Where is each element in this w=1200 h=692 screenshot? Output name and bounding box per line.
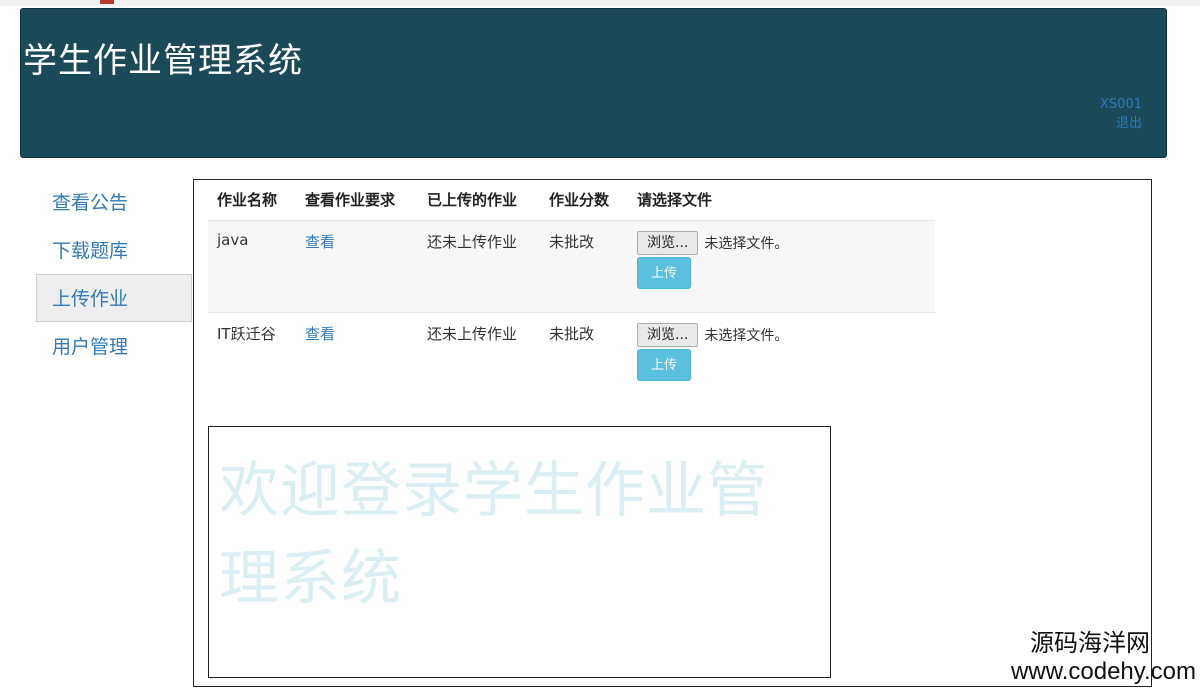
browser-tab-mark (100, 0, 114, 4)
watermark-brand: 源码海洋网 (1030, 630, 1150, 657)
app-title: 学生作业管理系统 (23, 41, 303, 81)
uploaded-status: 还未上传作业 (418, 311, 540, 404)
sidebar-item-announcements[interactable]: 查看公告 (36, 178, 192, 226)
column-header-file: 请选择文件 (637, 191, 713, 210)
welcome-text: 欢迎登录学生作业管理系统 (219, 456, 768, 614)
column-header-name: 作业名称 (217, 191, 278, 210)
file-cell: 浏览... 未选择文件。 上传 (628, 219, 935, 312)
app-header: 学生作业管理系统 XS001 退出 (20, 8, 1167, 158)
browse-button[interactable]: 浏览... (637, 322, 699, 347)
view-cell: 查看 (296, 311, 418, 404)
sidebar-nav: 查看公告 下载题库 上传作业 用户管理 (36, 178, 192, 370)
homework-name: IT跃迁谷 (208, 311, 296, 404)
homework-name: java (208, 219, 296, 312)
column-header-score: 作业分数 (549, 191, 610, 210)
score-status: 未批改 (540, 311, 628, 404)
table-row: IT跃迁谷 查看 还未上传作业 未批改 浏览... 未选择文件。 上传 (208, 311, 935, 404)
view-cell: 查看 (296, 219, 418, 312)
homework-table: 作业名称 查看作业要求 已上传的作业 作业分数 请选择文件 java 查看 还未… (208, 180, 935, 404)
file-status: 未选择文件。 (704, 327, 789, 344)
score-status: 未批改 (540, 219, 628, 312)
view-requirements-link[interactable]: 查看 (305, 233, 335, 251)
sidebar-item-question-bank[interactable]: 下载题库 (36, 226, 192, 274)
site-watermark: 源码海洋网 www.codehy.com (1011, 630, 1196, 686)
user-id-link[interactable]: XS001 (1100, 95, 1142, 114)
user-panel: XS001 退出 (1100, 95, 1142, 133)
browse-button[interactable]: 浏览... (637, 230, 699, 255)
view-requirements-link[interactable]: 查看 (305, 325, 335, 343)
welcome-banner: 欢迎登录学生作业管理系统 (208, 426, 831, 678)
column-header-requirements: 查看作业要求 (305, 191, 396, 210)
upload-button[interactable]: 上传 (637, 256, 691, 289)
file-picker: 浏览... 未选择文件。 (637, 230, 926, 255)
file-cell: 浏览... 未选择文件。 上传 (628, 311, 935, 404)
sidebar-item-upload-homework[interactable]: 上传作业 (36, 274, 192, 322)
file-status: 未选择文件。 (704, 235, 789, 252)
file-picker: 浏览... 未选择文件。 (637, 322, 926, 347)
sidebar-item-user-management[interactable]: 用户管理 (36, 322, 192, 370)
uploaded-status: 还未上传作业 (418, 219, 540, 312)
logout-link[interactable]: 退出 (1100, 114, 1142, 133)
table-row: java 查看 还未上传作业 未批改 浏览... 未选择文件。 上传 (208, 219, 935, 312)
watermark-url: www.codehy.com (1011, 658, 1196, 685)
table-header-row: 作业名称 查看作业要求 已上传的作业 作业分数 请选择文件 (208, 180, 935, 220)
main-content: 作业名称 查看作业要求 已上传的作业 作业分数 请选择文件 java 查看 还未… (193, 179, 1152, 687)
upload-button[interactable]: 上传 (637, 348, 691, 381)
browser-top-strip (0, 0, 1200, 6)
column-header-uploaded: 已上传的作业 (427, 191, 518, 210)
